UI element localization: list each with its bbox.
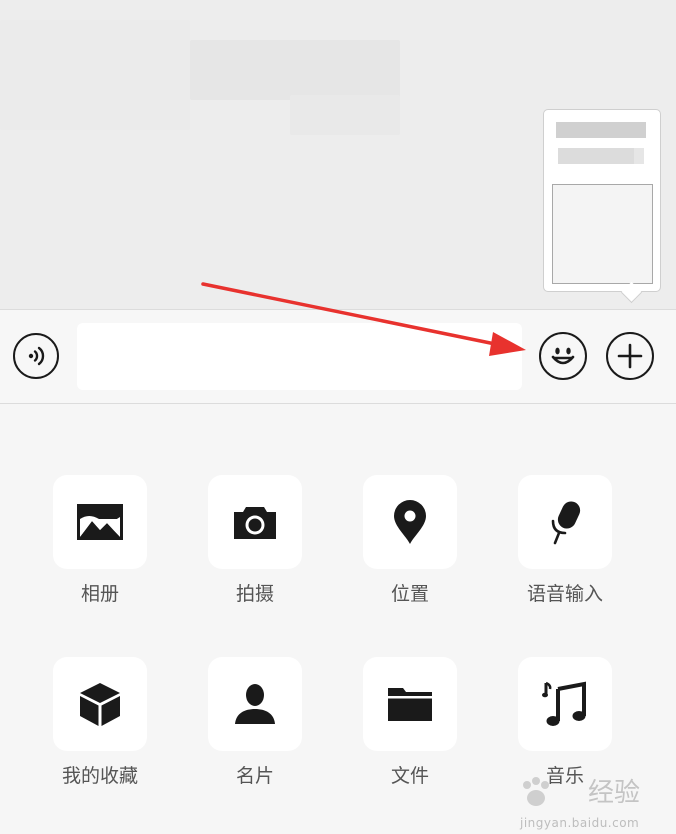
panel-item-label: 名片 (235, 765, 274, 787)
file-tile[interactable] (363, 657, 457, 751)
blurred-text (556, 122, 646, 138)
voice-wave-icon (28, 346, 45, 366)
microphone-icon (551, 501, 581, 545)
panel-item-camera[interactable]: 拍摄 (195, 475, 315, 605)
album-tile[interactable] (53, 475, 147, 569)
panel-item-location[interactable]: 位置 (350, 475, 470, 605)
panel-item-album[interactable]: 相册 (40, 475, 160, 605)
panel-item-label: 拍摄 (235, 583, 274, 605)
blurred-text (634, 148, 644, 164)
panel-item-favorites[interactable]: 我的收藏 (40, 657, 160, 787)
paw-logo-icon (523, 777, 549, 806)
image-thumbnail[interactable] (552, 184, 653, 284)
more-button[interactable] (606, 332, 654, 380)
panel-item-label: 语音输入 (526, 583, 603, 605)
watermark: 经验 jingyan.baidu.com (518, 762, 676, 834)
panel-item-label: 文件 (390, 765, 429, 787)
location-pin-icon (394, 500, 426, 544)
folder-icon (388, 688, 432, 721)
music-note-icon (542, 681, 586, 726)
voice-input-tile[interactable] (518, 475, 612, 569)
panel-item-label: 我的收藏 (61, 765, 138, 787)
panel-item-file[interactable]: 文件 (350, 657, 470, 787)
cube-icon (80, 683, 120, 726)
panel-item-label: 相册 (80, 583, 119, 605)
plus-icon (617, 343, 643, 369)
music-tile[interactable] (518, 657, 612, 751)
location-tile[interactable] (363, 475, 457, 569)
blurred-region (0, 20, 190, 130)
panel-item-contact-card[interactable]: 名片 (195, 657, 315, 787)
voice-button[interactable] (13, 333, 59, 379)
message-bubble[interactable] (543, 109, 661, 292)
favorites-tile[interactable] (53, 657, 147, 751)
emoji-button[interactable] (539, 332, 587, 380)
blurred-text (558, 148, 634, 164)
watermark-url: jingyan.baidu.com (520, 816, 640, 830)
blurred-region (190, 40, 400, 100)
camera-tile[interactable] (208, 475, 302, 569)
panel-item-voice-input[interactable]: 语音输入 (505, 475, 625, 605)
camera-icon (234, 507, 276, 539)
panel-item-label: 位置 (390, 583, 429, 605)
photo-album-icon (77, 504, 123, 540)
chat-history (0, 0, 676, 309)
contact-card-tile[interactable] (208, 657, 302, 751)
watermark-text: 经验 (588, 778, 641, 808)
smiley-icon (551, 347, 575, 365)
composer-toolbar (0, 309, 676, 404)
message-input[interactable] (77, 323, 522, 390)
contact-card-icon (235, 684, 275, 724)
blurred-region (290, 95, 400, 135)
